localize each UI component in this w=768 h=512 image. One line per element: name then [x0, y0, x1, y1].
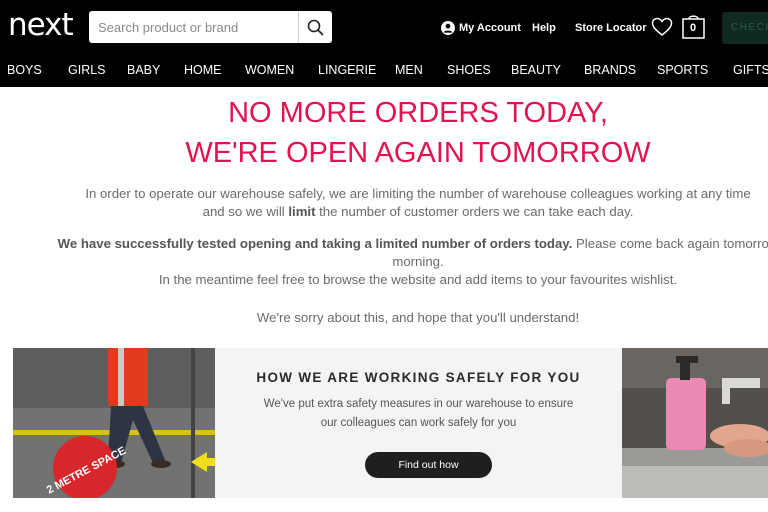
nav-item-boys[interactable]: BOYS: [7, 62, 42, 78]
search-box: [89, 11, 332, 43]
nav-item-gifts[interactable]: GIFTS: [733, 62, 768, 78]
notice-paragraph-4: We're sorry about this, and hope that yo…: [256, 310, 580, 325]
account-icon: [441, 21, 455, 36]
notice-headline-1: NO MORE ORDERS TODAY,: [228, 97, 608, 129]
notice-bold-text: limit: [288, 204, 316, 219]
handwash-illustration: [622, 348, 768, 498]
handwash-photo: [622, 348, 768, 498]
notice-headline-2: WE'RE OPEN AGAIN TOMORROW: [185, 137, 651, 169]
safety-banner: HOW WE ARE WORKING SAFELY FOR YOU We've …: [215, 348, 622, 498]
notice-text: Please come back again tomorrow: [572, 236, 768, 251]
banner-text-2: our colleagues can work safely for you: [320, 417, 517, 429]
top-header: next My Account Help Store Locator 0 CHE…: [0, 0, 768, 54]
bag-count: 0: [689, 22, 697, 34]
notice-paragraph-1b: and so we will limit the number of custo…: [0, 203, 768, 220]
search-button[interactable]: [298, 11, 332, 43]
my-account-label: My Account: [459, 22, 521, 34]
notice-paragraph-3: In the meantime feel free to browse the …: [158, 272, 678, 287]
my-account-link[interactable]: My Account: [441, 20, 521, 36]
category-nav: BOYS GIRLS BABY HOME WOMEN LINGERIE MEN …: [0, 54, 768, 87]
notice-text: the number of customer orders we can tak…: [315, 204, 634, 219]
nav-item-baby[interactable]: BABY: [127, 62, 160, 78]
nav-item-sports[interactable]: SPORTS: [657, 62, 708, 78]
nav-item-girls[interactable]: GIRLS: [68, 62, 106, 78]
nav-item-home[interactable]: HOME: [184, 62, 222, 78]
store-locator-link[interactable]: Store Locator: [575, 20, 647, 36]
nav-item-beauty[interactable]: BEAUTY: [511, 62, 561, 78]
find-out-how-button[interactable]: Find out how: [365, 452, 492, 478]
favourites-button[interactable]: [651, 17, 673, 42]
nav-item-lingerie[interactable]: LINGERIE: [318, 62, 376, 78]
banner-title: HOW WE ARE WORKING SAFELY FOR YOU: [256, 370, 581, 385]
search-icon: [307, 19, 324, 35]
heart-icon: [651, 17, 673, 36]
nav-item-men[interactable]: MEN: [395, 62, 423, 78]
warehouse-illustration: 2 METRE SPACE: [13, 348, 215, 498]
nav-item-brands[interactable]: BRANDS: [584, 62, 636, 78]
notice-bold-text: We have successfully tested opening and …: [57, 236, 573, 251]
notice-paragraph-1a: In order to operate our warehouse safely…: [85, 186, 751, 201]
warehouse-photo: 2 METRE SPACE: [13, 348, 215, 498]
help-link[interactable]: Help: [532, 20, 556, 36]
notice-paragraph-2b: morning.: [392, 254, 444, 269]
notice-paragraph-2a: We have successfully tested opening and …: [0, 235, 768, 252]
nav-item-women[interactable]: WOMEN: [245, 62, 294, 78]
search-input[interactable]: [89, 11, 297, 43]
checkout-button[interactable]: CHECKOUT: [722, 12, 768, 44]
banner-text-1: We've put extra safety measures in our w…: [263, 398, 574, 410]
next-logo[interactable]: next: [8, 8, 74, 42]
notice-text: and so we will: [202, 204, 289, 219]
nav-item-shoes[interactable]: SHOES: [447, 62, 491, 78]
